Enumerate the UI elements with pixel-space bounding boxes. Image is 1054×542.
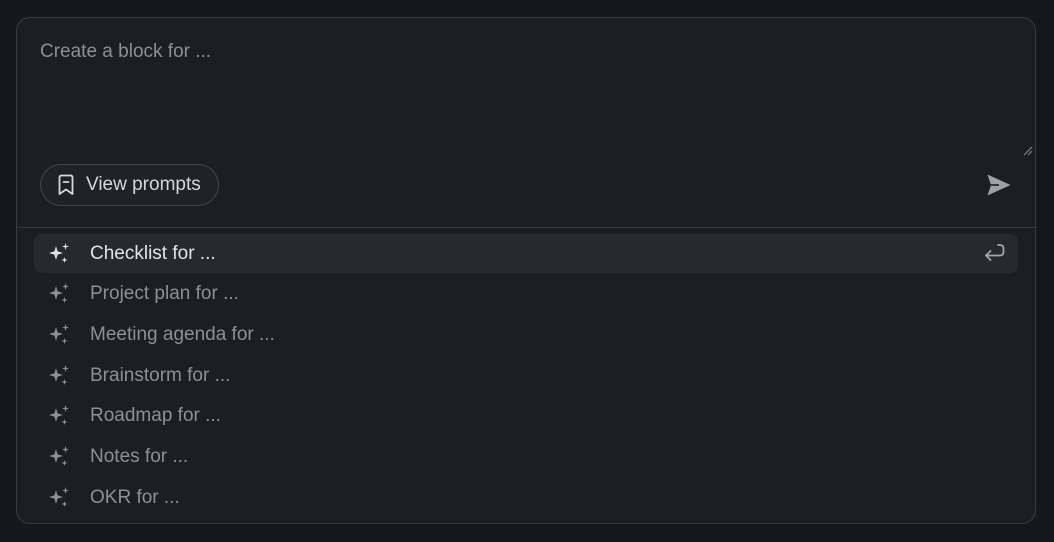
suggestion-label: Meeting agenda for ...	[90, 323, 275, 345]
suggestion-item[interactable]: OKR for ...	[34, 478, 1018, 517]
bookmark-icon	[58, 174, 74, 195]
resize-grip-icon[interactable]	[1023, 146, 1033, 156]
suggestion-label: Checklist for ...	[90, 242, 216, 264]
suggestion-label: OKR for ...	[90, 486, 180, 508]
suggestion-label: Project plan for ...	[90, 283, 239, 305]
suggestion-item[interactable]: Notes for ...	[34, 437, 1018, 476]
suggestion-list: Checklist for ... Project plan for ... M…	[17, 228, 1035, 517]
sparkles-icon	[49, 283, 69, 304]
suggestion-item[interactable]: Roadmap for ...	[34, 397, 1018, 436]
sparkles-icon	[49, 445, 69, 466]
send-button[interactable]	[985, 171, 1013, 199]
ai-block-prompt-panel: View prompts Checklist for ...	[16, 17, 1036, 524]
suggestion-item[interactable]: Brainstorm for ...	[34, 356, 1018, 395]
prompt-input[interactable]	[17, 18, 1035, 159]
view-prompts-button[interactable]: View prompts	[40, 164, 219, 206]
sparkles-icon	[49, 364, 69, 385]
suggestion-label: Roadmap for ...	[90, 405, 221, 427]
view-prompts-label: View prompts	[86, 174, 201, 195]
sparkles-icon	[49, 486, 69, 507]
sparkles-icon	[49, 323, 69, 344]
suggestion-item[interactable]: Checklist for ...	[34, 234, 1018, 273]
suggestion-label: Brainstorm for ...	[90, 364, 231, 386]
prompt-area: View prompts	[17, 18, 1035, 228]
suggestion-item[interactable]: Meeting agenda for ...	[34, 315, 1018, 354]
sparkles-icon	[49, 405, 69, 426]
suggestion-label: Notes for ...	[90, 445, 189, 467]
sparkles-icon	[49, 242, 69, 263]
enter-icon	[985, 244, 1005, 261]
send-icon	[987, 174, 1011, 196]
suggestion-item[interactable]: Project plan for ...	[34, 275, 1018, 314]
